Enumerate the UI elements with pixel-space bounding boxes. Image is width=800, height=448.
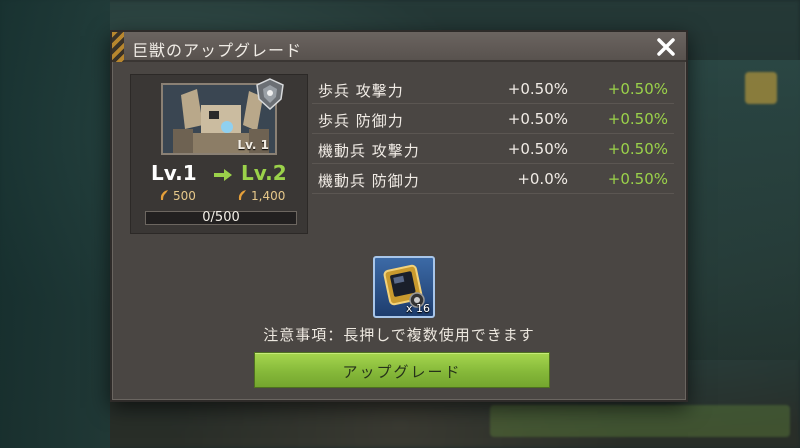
- stat-next: +0.50%: [607, 80, 668, 98]
- background-yellow-icon: [745, 72, 777, 104]
- level-from: Lv.1: [151, 161, 197, 185]
- stat-name: 歩兵 防御力: [318, 112, 404, 130]
- upgrade-dialog: 巨獣のアップグレード Lv. 1 Lv.1 Lv.2 500 1,400 0/5…: [110, 30, 688, 402]
- upgrade-button[interactable]: アップグレード: [254, 352, 550, 388]
- stat-current: +0.50%: [507, 110, 568, 128]
- power-icon: [159, 189, 169, 201]
- stat-row: 機動兵 攻撃力 +0.50% +0.50%: [312, 134, 674, 164]
- stat-next: +0.50%: [607, 170, 668, 188]
- background-left-panel: [0, 0, 110, 448]
- arrow-right-icon: [213, 167, 233, 181]
- level-to: Lv.2: [241, 161, 287, 185]
- exp-progress-bar: 0/500: [145, 210, 297, 225]
- stat-current: +0.50%: [507, 80, 568, 98]
- power-change: 500 1,400: [131, 189, 307, 205]
- upgrade-button-label: アップグレード: [342, 363, 462, 381]
- close-icon: [657, 38, 675, 56]
- power-to: 1,400: [237, 189, 285, 203]
- stat-name: 機動兵 防御力: [318, 172, 420, 190]
- stat-current: +0.0%: [517, 170, 568, 188]
- rank-shield-icon: [256, 78, 284, 111]
- power-icon: [237, 189, 247, 201]
- stats-table: 歩兵 攻撃力 +0.50% +0.50% 歩兵 防御力 +0.50% +0.50…: [312, 74, 674, 234]
- title-stripe-decoration: [112, 32, 124, 62]
- rank-badge: [253, 77, 287, 111]
- background-right-panel: [685, 60, 800, 360]
- dialog-title-bar: 巨獣のアップグレード: [112, 32, 686, 62]
- stat-name: 機動兵 攻撃力: [318, 142, 420, 160]
- stat-next: +0.50%: [607, 140, 668, 158]
- close-button[interactable]: [652, 33, 680, 61]
- power-from: 500: [159, 189, 196, 203]
- stat-row: 機動兵 防御力 +0.0% +0.50%: [312, 164, 674, 194]
- stat-next: +0.50%: [607, 110, 668, 128]
- stat-row: 歩兵 防御力 +0.50% +0.50%: [312, 104, 674, 134]
- level-change: Lv.1 Lv.2: [131, 161, 307, 187]
- stat-row: 歩兵 攻撃力 +0.50% +0.50%: [312, 74, 674, 104]
- exp-progress-text: 0/500: [202, 210, 240, 225]
- beast-panel: Lv. 1 Lv.1 Lv.2 500 1,400 0/500: [130, 74, 308, 234]
- item-count: x 16: [405, 302, 430, 315]
- power-from-value: 500: [173, 189, 196, 203]
- stat-current: +0.50%: [507, 140, 568, 158]
- portrait-level: Lv. 1: [237, 138, 269, 152]
- upgrade-item-slot[interactable]: x 16: [373, 256, 435, 318]
- stat-name: 歩兵 攻撃力: [318, 82, 404, 100]
- notice-text: 注意事項：長押しで複数使用できます: [263, 326, 535, 344]
- power-to-value: 1,400: [251, 189, 286, 203]
- background-green-button: [490, 405, 790, 437]
- dialog-title: 巨獣のアップグレード: [132, 41, 303, 60]
